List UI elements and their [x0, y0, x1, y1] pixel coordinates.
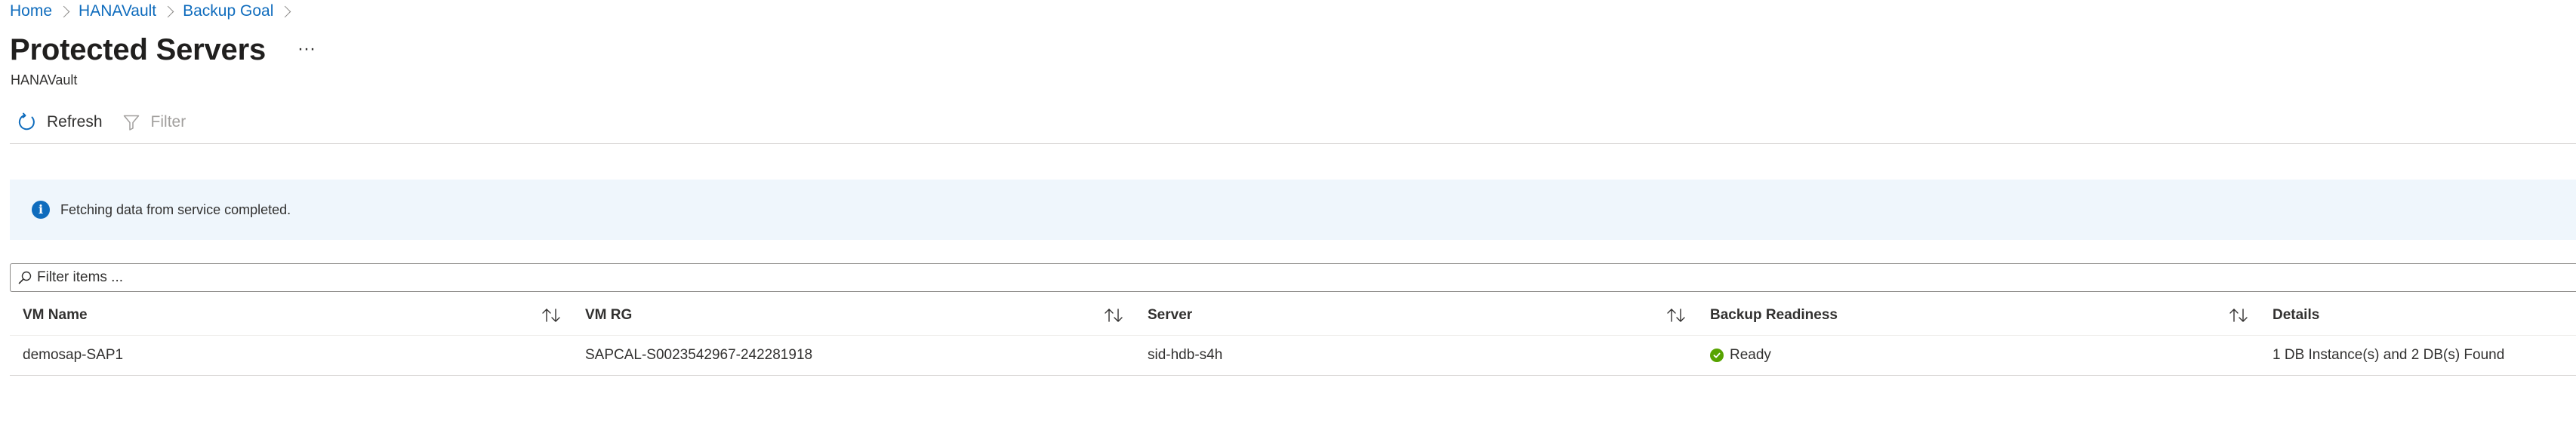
checkmark-icon	[1710, 349, 1724, 362]
search-icon	[18, 271, 32, 284]
refresh-icon	[18, 112, 35, 131]
page-title: Protected Servers	[10, 33, 267, 66]
vm-rg-value: SAPCAL-S0023542967-242281918	[585, 347, 813, 363]
breadcrumb: Home HANAVault Backup Goal	[10, 2, 300, 21]
title-row: Protected Servers ···	[10, 33, 316, 67]
filter-button[interactable]: Filter	[122, 113, 186, 131]
more-options-button[interactable]: ···	[297, 39, 316, 58]
column-header-vm-name[interactable]: VM Name	[10, 296, 572, 335]
cell-details: 1 DB Instance(s) and 2 DB(s) Found	[2260, 336, 2576, 375]
column-header-label: VM RG	[585, 307, 633, 323]
breadcrumb-hanavault-link[interactable]: HANAVault	[79, 2, 156, 20]
refresh-label: Refresh	[47, 113, 103, 131]
column-header-details[interactable]: Details	[2260, 296, 2576, 335]
refresh-button[interactable]: Refresh	[17, 112, 103, 132]
sort-icon[interactable]	[2228, 307, 2249, 324]
cell-vm-rg: SAPCAL-S0023542967-242281918	[572, 336, 1135, 375]
table-header-row: VM Name VM RG Server Backup Readiness De…	[10, 296, 2576, 336]
cell-server: sid-hdb-s4h	[1135, 336, 1697, 375]
filter-label: Filter	[150, 113, 186, 131]
toolbar: Refresh Filter	[17, 109, 186, 136]
column-header-server[interactable]: Server	[1135, 296, 1697, 335]
column-header-label: Server	[1148, 307, 1193, 323]
backup-readiness-value: Ready	[1730, 347, 1771, 363]
servers-table: VM Name VM RG Server Backup Readiness De…	[10, 296, 2576, 376]
vm-name-value: demosap-SAP1	[23, 347, 124, 363]
details-value: 1 DB Instance(s) and 2 DB(s) Found	[2272, 347, 2505, 363]
breadcrumb-home-link[interactable]: Home	[10, 2, 52, 20]
column-header-label: VM Name	[23, 307, 88, 323]
cell-vm-name: demosap-SAP1	[10, 336, 572, 375]
filter-items-box	[10, 263, 2576, 292]
sort-icon[interactable]	[1103, 307, 1124, 324]
filter-icon	[123, 115, 139, 131]
protected-servers-page: Home HANAVault Backup Goal Protected Ser…	[0, 0, 2576, 430]
filter-items-input[interactable]	[37, 269, 490, 286]
info-message-bar: i Fetching data from service completed.	[10, 180, 2576, 240]
page-subtitle: HANAVault	[11, 72, 78, 88]
info-message-text: Fetching data from service completed.	[60, 201, 291, 217]
server-value: sid-hdb-s4h	[1148, 347, 1223, 363]
column-header-vm-rg[interactable]: VM RG	[572, 296, 1135, 335]
chevron-right-icon	[279, 5, 291, 17]
table-row[interactable]: demosap-SAP1 SAPCAL-S0023542967-24228191…	[10, 336, 2576, 376]
column-header-backup-readiness[interactable]: Backup Readiness	[1697, 296, 2260, 335]
column-header-label: Backup Readiness	[1710, 307, 1838, 323]
breadcrumb-backup-goal-link[interactable]: Backup Goal	[183, 2, 273, 20]
toolbar-divider	[10, 143, 2576, 144]
chevron-right-icon	[162, 5, 174, 17]
cell-backup-readiness: Ready	[1697, 336, 2260, 375]
chevron-right-icon	[57, 5, 70, 17]
sort-icon[interactable]	[541, 307, 562, 324]
sort-icon[interactable]	[1665, 307, 1687, 324]
column-header-label: Details	[2272, 307, 2320, 323]
info-icon: i	[32, 201, 50, 219]
